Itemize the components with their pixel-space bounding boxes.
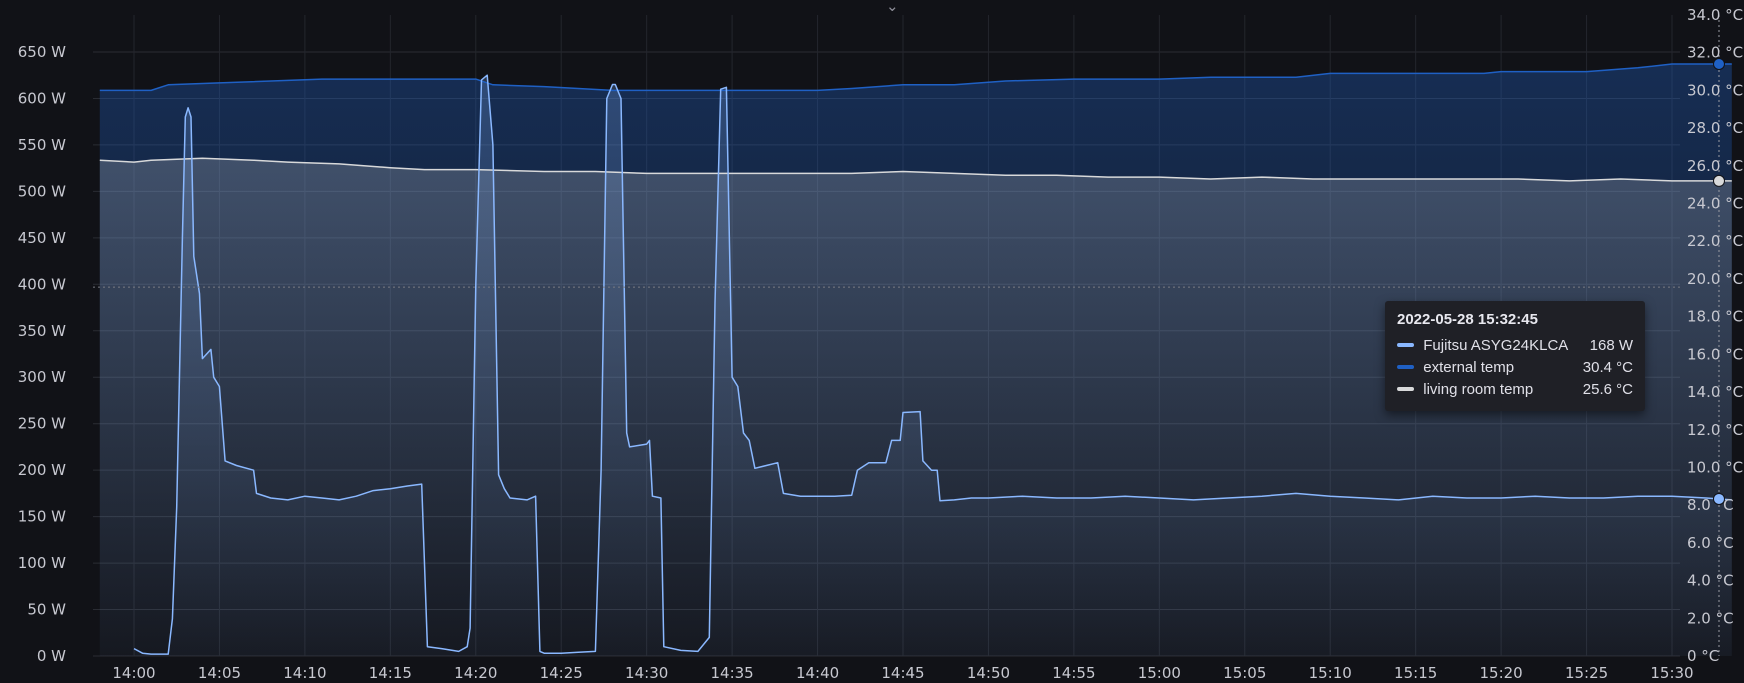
x-axis-tick-label: 15:15 (1394, 664, 1437, 682)
y-axis-right-tick-label: 22.0 °C (1687, 232, 1743, 250)
x-axis-tick-label: 14:50 (967, 664, 1010, 682)
x-axis-tick-label: 14:30 (625, 664, 668, 682)
tooltip-row: Fujitsu ASYG24KLCA 168 W (1397, 334, 1633, 356)
y-axis-right-tick-label: 30.0 °C (1687, 81, 1743, 99)
y-axis-left-tick-label: 650 W (18, 43, 66, 61)
x-axis-tick-label: 14:20 (454, 664, 497, 682)
hover-marker (1712, 58, 1725, 71)
x-axis-tick-label: 14:05 (198, 664, 241, 682)
tooltip-row: living room temp 25.6 °C (1397, 378, 1633, 400)
series-swatch (1397, 343, 1415, 347)
chevron-down-icon[interactable]: ⌄ (886, 0, 899, 15)
y-axis-left-ticks: 0 W 50 W 100 W 150 W 200 W 250 W 300 W 350 W 400… (18, 43, 66, 665)
y-axis-right-tick-label: 6.0 °C (1687, 534, 1734, 552)
x-axis-tick-label: 15:20 (1479, 664, 1522, 682)
tooltip-time: 2022-05-28 15:32:45 (1397, 311, 1538, 328)
y-axis-left-tick-label: 150 W (18, 508, 66, 526)
y-axis-left-tick-label: 100 W (18, 554, 66, 572)
y-axis-left-tick-label: 0 W (37, 647, 66, 665)
y-axis-left-tick-label: 400 W (18, 275, 66, 293)
hover-marker (1712, 492, 1725, 505)
x-axis-tick-label: 14:40 (796, 664, 839, 682)
y-axis-right-tick-label: 10.0 °C (1687, 458, 1743, 476)
tooltip-series-name: Fujitsu ASYG24KLCA (1423, 336, 1569, 354)
tooltip-series-value: 30.4 °C (1582, 358, 1633, 376)
y-axis-right-tick-label: 18.0 °C (1687, 308, 1743, 326)
tooltip-series-value: 25.6 °C (1582, 380, 1633, 398)
y-axis-right-tick-label: 2.0 °C (1687, 609, 1734, 627)
y-axis-right-tick-label: 0 °C (1687, 647, 1719, 665)
y-axis-left-tick-label: 350 W (18, 322, 66, 340)
tooltip-series-name: external temp (1423, 358, 1515, 376)
y-axis-right-tick-label: 24.0 °C (1687, 195, 1743, 213)
x-axis-tick-label: 15:10 (1309, 664, 1352, 682)
y-axis-left-tick-label: 600 W (18, 89, 66, 107)
y-axis-left-tick-label: 550 W (18, 136, 66, 154)
x-axis-tick-label: 15:00 (1138, 664, 1181, 682)
y-axis-right-tick-label: 4.0 °C (1687, 572, 1734, 590)
x-axis-tick-label: 14:55 (1052, 664, 1095, 682)
y-axis-left-tick-label: 450 W (18, 229, 66, 247)
y-axis-right-tick-label: 8.0 °C (1687, 496, 1734, 514)
y-axis-right-tick-label: 20.0 °C (1687, 270, 1743, 288)
x-axis-tick-label: 14:15 (369, 664, 412, 682)
y-axis-left-tick-label: 50 W (27, 601, 66, 619)
y-axis-left-tick-label: 250 W (18, 415, 66, 433)
y-axis-left-tick-label: 200 W (18, 461, 66, 479)
y-axis-right-tick-label: 28.0 °C (1687, 119, 1743, 137)
x-axis-tick-label: 14:25 (540, 664, 583, 682)
y-axis-right-tick-label: 26.0 °C (1687, 157, 1743, 175)
hover-tooltip: 2022-05-28 15:32:45 Fujitsu ASYG24KLCA 1… (1385, 301, 1645, 411)
series-swatch (1397, 365, 1415, 369)
y-axis-right-tick-label: 12.0 °C (1687, 421, 1743, 439)
x-axis-tick-label: 14:00 (112, 664, 155, 682)
tooltip-series-value: 168 W (1589, 336, 1633, 354)
y-axis-right-tick-label: 16.0 °C (1687, 345, 1743, 363)
series-swatch (1397, 387, 1415, 391)
y-axis-right-tick-label: 34.0 °C (1687, 6, 1743, 24)
tooltip-series-name: living room temp (1423, 380, 1534, 398)
y-axis-right-tick-label: 14.0 °C (1687, 383, 1743, 401)
y-axis-right-tick-label: 32.0 °C (1687, 44, 1743, 62)
y-axis-left-tick-label: 500 W (18, 182, 66, 200)
hover-marker (1712, 174, 1725, 187)
x-axis-tick-label: 15:30 (1650, 664, 1693, 682)
x-axis-tick-label: 14:45 (881, 664, 924, 682)
x-axis-tick-label: 15:05 (1223, 664, 1266, 682)
x-axis-ticks: 14:00 14:05 14:10 14:15 14:20 14:25 14:30 14:35… (112, 664, 1693, 682)
x-axis-tick-label: 15:25 (1565, 664, 1608, 682)
x-axis-tick-label: 14:10 (283, 664, 326, 682)
x-axis-tick-label: 14:35 (710, 664, 753, 682)
y-axis-left-tick-label: 300 W (18, 368, 66, 386)
tooltip-row: external temp 30.4 °C (1397, 356, 1633, 378)
